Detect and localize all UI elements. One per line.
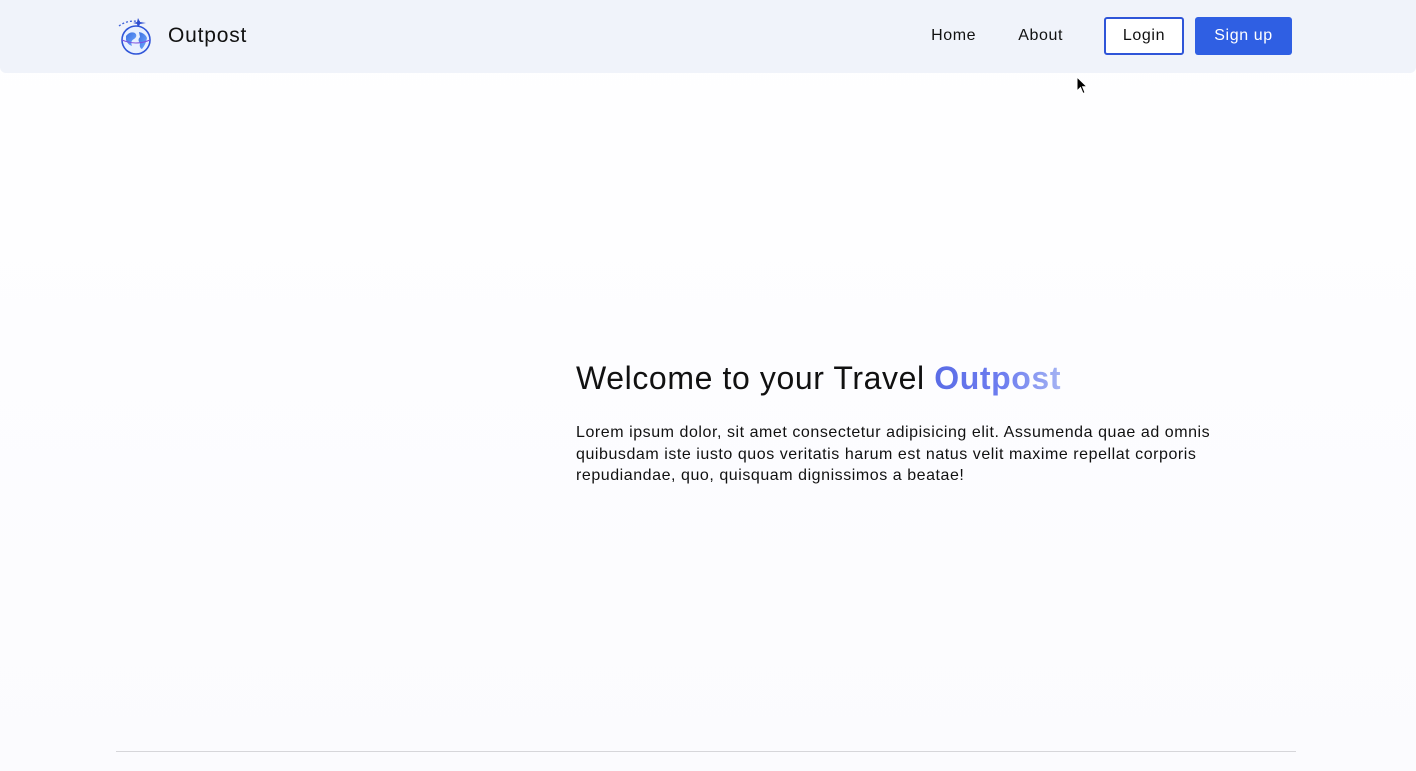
brand[interactable]: Outpost — [116, 16, 247, 56]
navbar: Outpost Home About Login Sign up — [0, 0, 1416, 73]
section-divider — [116, 751, 1296, 752]
globe-airplane-icon — [118, 18, 151, 55]
page: Outpost Home About Login Sign up Welcome… — [0, 0, 1416, 771]
nav-link-about[interactable]: About — [1018, 27, 1063, 45]
main-navigation: Home About Login Sign up — [931, 17, 1292, 55]
brand-name: Outpost — [168, 24, 248, 47]
nav-link-home[interactable]: Home — [931, 27, 976, 45]
mouse-pointer-icon — [1076, 76, 1088, 95]
hero-title-accent: Outpost — [934, 360, 1062, 396]
hero-title-prefix: Welcome to your Travel — [576, 360, 935, 396]
signup-button[interactable]: Sign up — [1195, 17, 1292, 55]
login-button[interactable]: Login — [1104, 17, 1184, 55]
hero-title: Welcome to your Travel Outpost — [576, 358, 1296, 398]
hero-description: Lorem ipsum dolor, sit amet consectetur … — [576, 424, 1211, 484]
hero-section: Welcome to your Travel Outpost Lorem ips… — [576, 358, 1296, 487]
